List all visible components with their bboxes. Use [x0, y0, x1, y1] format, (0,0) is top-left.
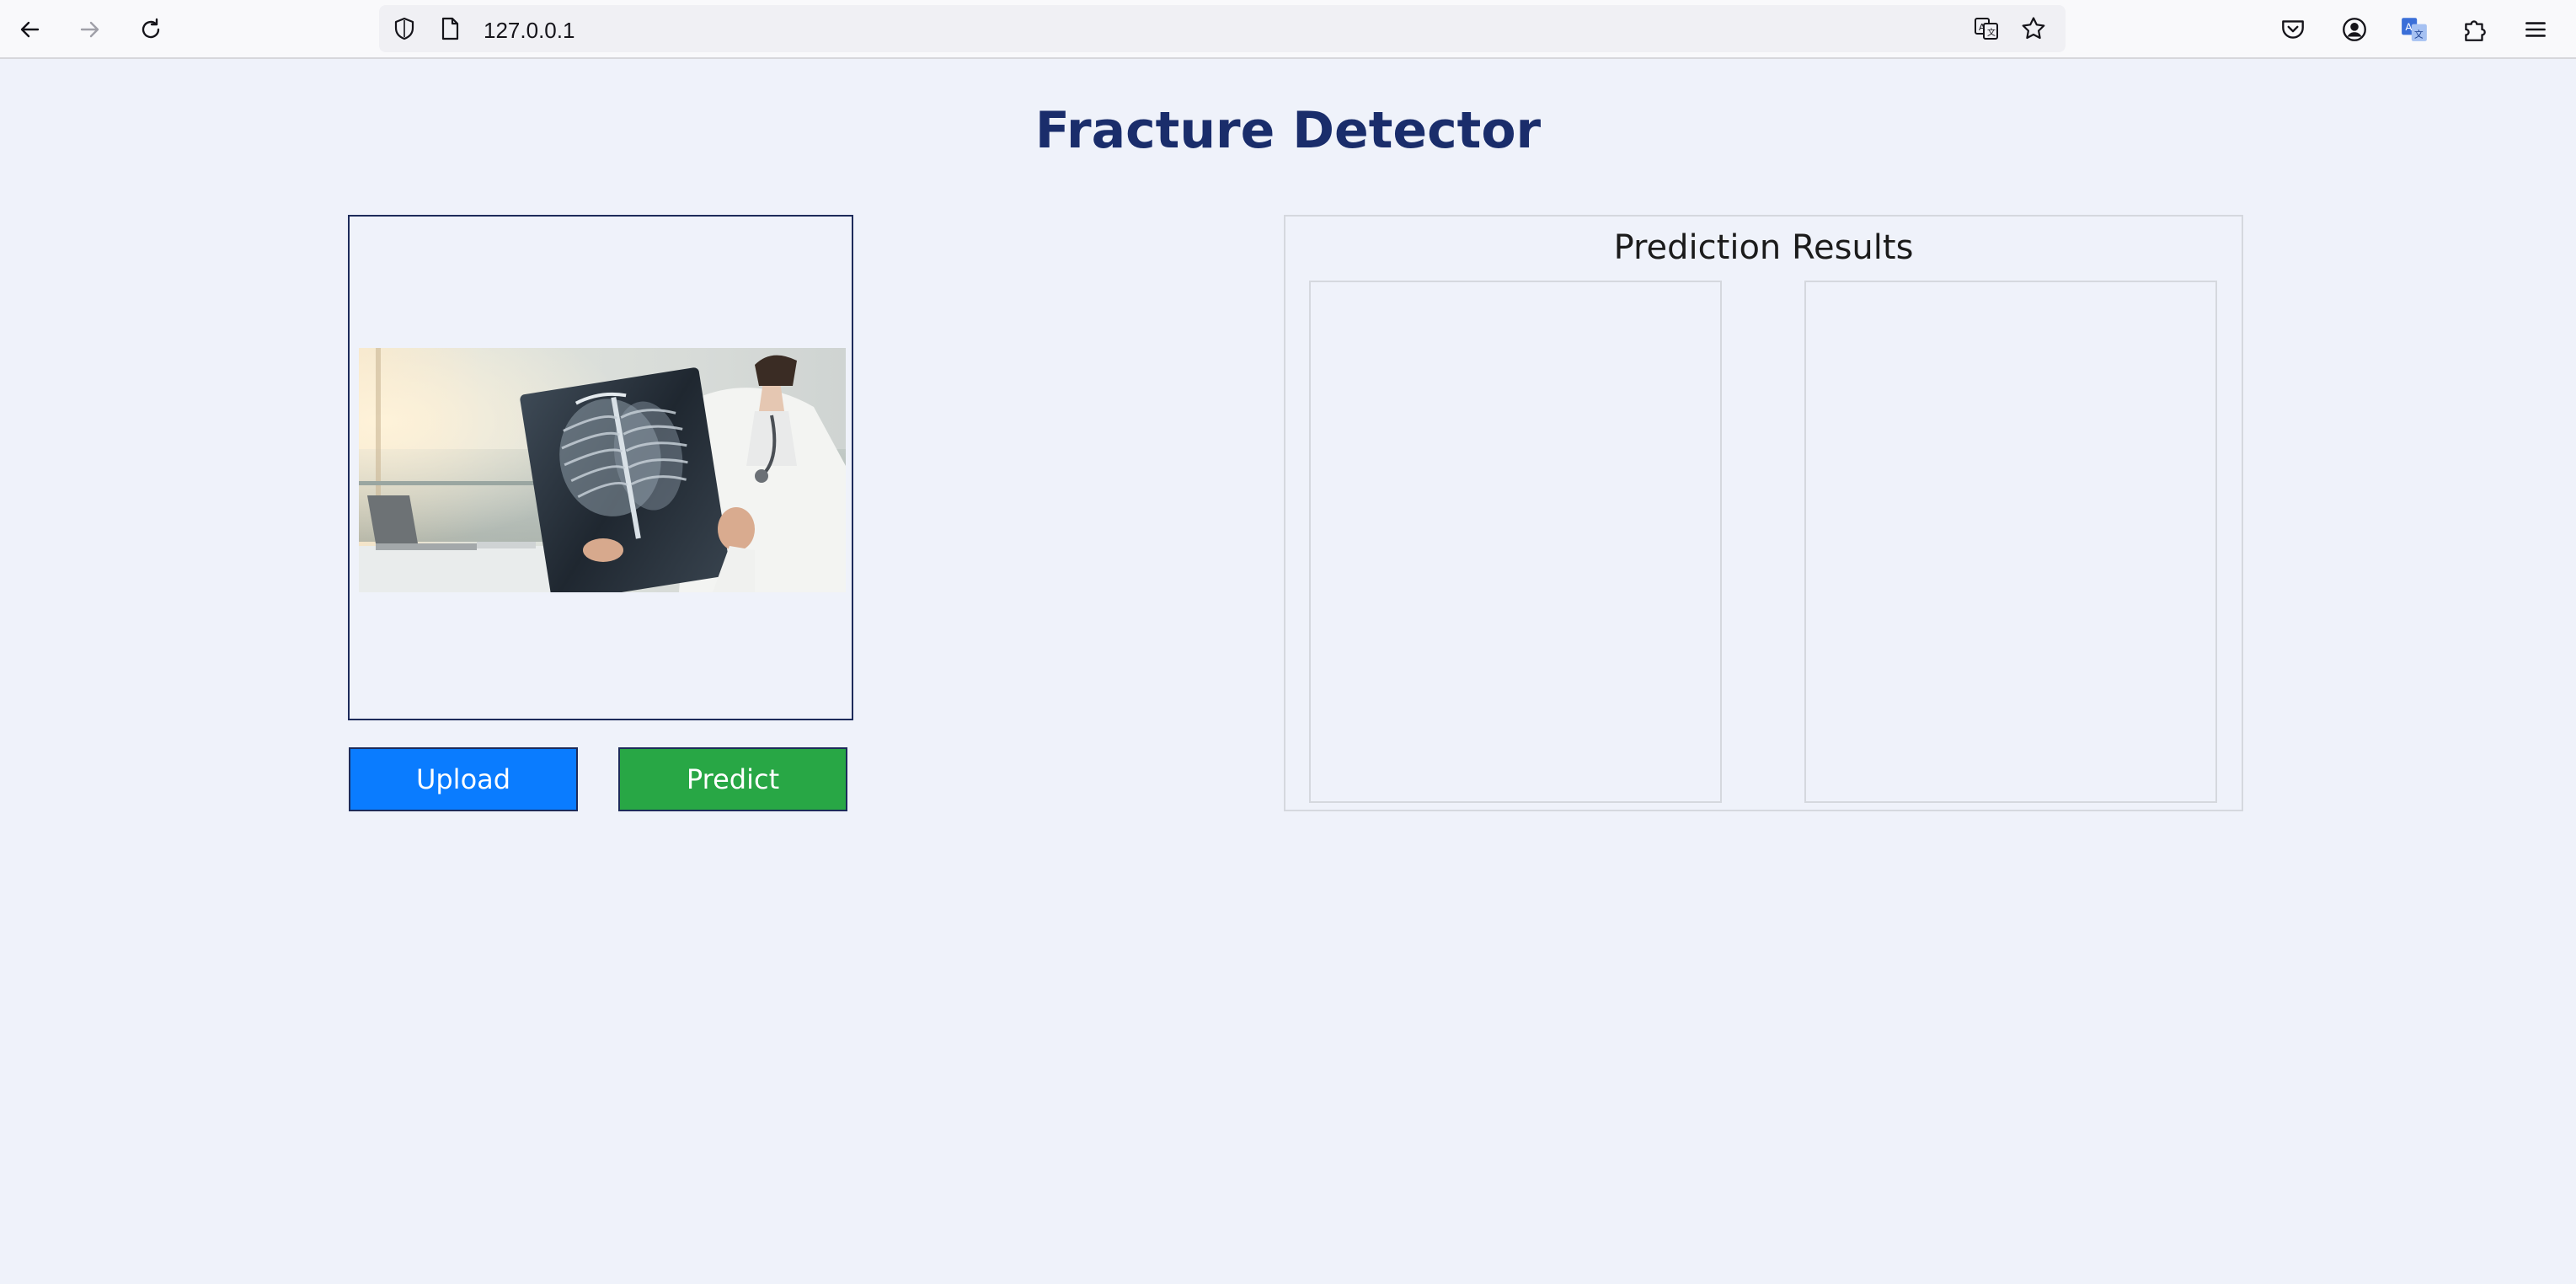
reload-icon [142, 18, 160, 39]
predict-button[interactable]: Predict [618, 747, 847, 811]
hamburger-menu-icon [2525, 22, 2546, 37]
account-icon [2343, 18, 2366, 41]
svg-text:A: A [1979, 22, 1985, 33]
reload-button[interactable] [131, 9, 171, 50]
pocket-icon [2282, 20, 2304, 39]
forward-button[interactable] [70, 9, 110, 50]
prediction-results-panel: Prediction Results [1284, 215, 2243, 811]
image-preview-box [348, 215, 853, 720]
page-title: Fracture Detector [1034, 101, 1542, 160]
svg-text:文: 文 [2414, 29, 2424, 40]
results-title: Prediction Results [1613, 228, 1914, 267]
puzzle-icon [2465, 20, 2486, 41]
back-arrow-icon [20, 21, 40, 38]
pocket-button[interactable] [2273, 9, 2313, 50]
url-text[interactable]: 127.0.0.1 [484, 18, 575, 44]
result-frame-right [1804, 281, 2217, 803]
translate-icon[interactable]: A 文 [1973, 15, 2000, 42]
address-bar[interactable]: 127.0.0.1 A 文 [379, 5, 2066, 52]
menu-button[interactable] [2515, 9, 2556, 50]
result-frame-left [1309, 281, 1722, 803]
svg-text:文: 文 [1987, 27, 1996, 38]
upload-button[interactable]: Upload [349, 747, 578, 811]
translate-extension-icon: A 文 [2402, 18, 2427, 41]
extensions-button[interactable] [2455, 9, 2495, 50]
page-icon[interactable] [436, 15, 463, 42]
forward-arrow-icon [80, 21, 99, 38]
back-button[interactable] [9, 9, 50, 50]
star-icon[interactable] [2020, 15, 2047, 42]
browser-toolbar: 127.0.0.1 A 文 A 文 [0, 0, 2576, 59]
xray-preview-image [359, 348, 846, 592]
svg-text:A: A [2405, 21, 2412, 33]
account-button[interactable] [2334, 9, 2375, 50]
translate-extension-button[interactable]: A 文 [2394, 9, 2434, 50]
shield-icon[interactable] [391, 15, 418, 42]
